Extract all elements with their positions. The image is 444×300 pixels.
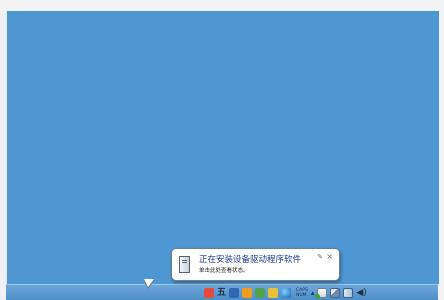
- taskbar: 五 CAPS NUM ▴ ◀): [6, 284, 438, 300]
- balloon-tail-fill: [144, 279, 154, 287]
- notification-title: 正在安装设备驱动程序软件: [199, 255, 302, 265]
- screen: 五 CAPS NUM ▴ ◀) 正在安装设备驱动程序软件 单击此处查看状态。 ✎…: [0, 0, 444, 300]
- app-tray-icon[interactable]: [229, 288, 240, 298]
- notification-balloon[interactable]: 正在安装设备驱动程序软件 单击此处查看状态。 ✎ ×: [171, 248, 340, 281]
- volume-icon[interactable]: ◀): [356, 288, 366, 298]
- ime-icon[interactable]: 五: [217, 288, 226, 298]
- caps-indicator[interactable]: CAPS NUM: [296, 288, 308, 298]
- globe-icon[interactable]: [281, 288, 292, 298]
- network-icon[interactable]: [343, 288, 354, 298]
- desktop[interactable]: [6, 11, 439, 284]
- tray-expand-icon[interactable]: ▴: [311, 288, 315, 298]
- app-tray-icon[interactable]: [255, 288, 266, 298]
- top-strip: [0, 0, 444, 11]
- notification-subtitle[interactable]: 单击此处查看状态。: [199, 268, 249, 275]
- system-tray: 五 CAPS NUM ▴ ◀): [204, 286, 367, 300]
- device-driver-icon[interactable]: [315, 288, 328, 299]
- app-tray-icon[interactable]: [268, 288, 279, 298]
- close-icon[interactable]: ×: [326, 252, 333, 261]
- app-tray-icon[interactable]: [242, 288, 253, 298]
- action-center-icon[interactable]: [330, 288, 341, 298]
- antivirus-icon[interactable]: [204, 288, 214, 298]
- caps-state: NUM: [296, 293, 307, 298]
- pin-icon[interactable]: ✎: [317, 253, 323, 261]
- device-driver-icon: [179, 256, 190, 273]
